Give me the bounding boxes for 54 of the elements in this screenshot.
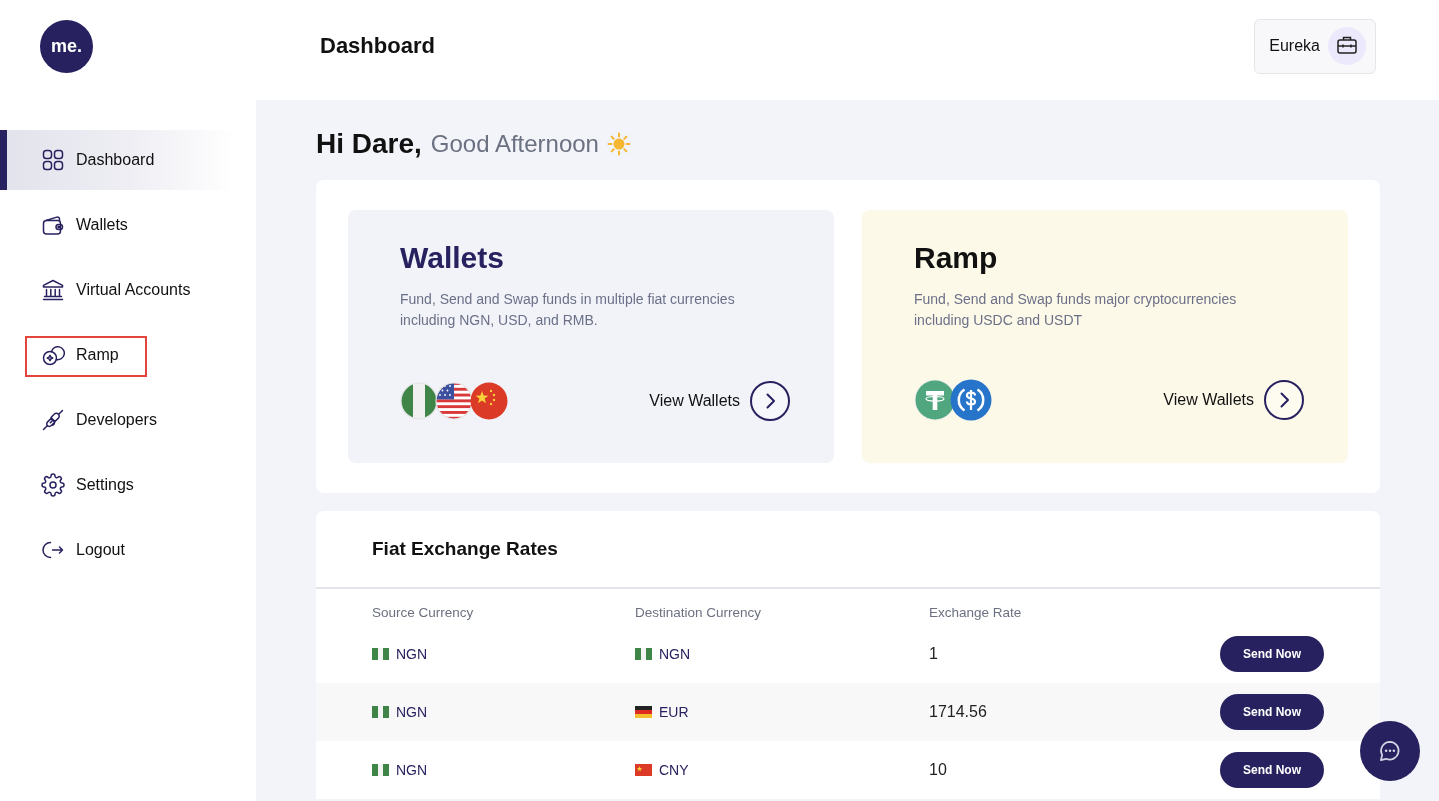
view-wallets-link[interactable]: View Wallets bbox=[649, 381, 790, 421]
currency-code: NGN bbox=[396, 762, 428, 778]
currency-code: NGN bbox=[396, 704, 428, 720]
currency-code: EUR bbox=[659, 704, 689, 720]
wallet-icon bbox=[41, 213, 65, 237]
card-description: Fund, Send and Swap funds major cryptocurrencies including USDC and USDT bbox=[914, 290, 1238, 330]
exchange-rate: 1714.56 bbox=[929, 703, 988, 721]
page-title: Dashboard bbox=[320, 33, 435, 59]
send-now-button[interactable]: Send Now bbox=[1220, 636, 1324, 672]
chevron-right-icon bbox=[750, 381, 790, 421]
settings-icon bbox=[41, 473, 65, 497]
logo: me. bbox=[40, 20, 93, 73]
send-now-button[interactable]: Send Now bbox=[1220, 694, 1324, 730]
greeting-name: Hi Dare, bbox=[316, 128, 422, 160]
nigerian-flag-icon bbox=[400, 382, 438, 420]
card-title: Ramp bbox=[914, 240, 999, 276]
account-button[interactable]: Eureka bbox=[1254, 18, 1376, 74]
briefcase-icon bbox=[1328, 27, 1366, 65]
bank-icon bbox=[41, 278, 65, 302]
german-flag-icon bbox=[635, 706, 652, 718]
coins-icon bbox=[41, 343, 65, 367]
send-now-button[interactable]: Send Now bbox=[1220, 752, 1324, 788]
nav-item[interactable]: Settings bbox=[0, 455, 235, 515]
column-header: Source Currency bbox=[372, 604, 475, 622]
column-header: Destination Currency bbox=[635, 604, 763, 622]
greeting-message: Good Afternoon bbox=[430, 130, 599, 158]
table-title: Fiat Exchange Rates bbox=[316, 511, 1380, 589]
nigerian-flag-icon bbox=[372, 764, 389, 776]
plug-icon bbox=[41, 408, 65, 432]
nav-item[interactable]: Logout bbox=[0, 520, 235, 580]
nav-item[interactable]: Ramp bbox=[0, 325, 235, 385]
chevron-right-icon bbox=[1264, 380, 1304, 420]
currency-code: NGN bbox=[659, 646, 691, 662]
nigerian-flag-icon bbox=[372, 706, 389, 718]
chinese-flag-icon bbox=[635, 764, 652, 776]
currency-code: NGN bbox=[396, 646, 428, 662]
column-header: Exchange Rate bbox=[929, 604, 1023, 622]
exchange-rate: 10 bbox=[929, 761, 948, 779]
american-flag-icon bbox=[435, 382, 473, 420]
nav-item[interactable]: Virtual Accounts bbox=[0, 260, 235, 320]
grid-icon bbox=[41, 148, 65, 172]
exchange-rate: 1 bbox=[929, 645, 939, 663]
nigerian-flag-icon bbox=[635, 648, 652, 660]
view-wallets-link[interactable]: View Wallets bbox=[1163, 380, 1304, 420]
card-title: Wallets bbox=[400, 240, 505, 276]
sun-icon bbox=[606, 132, 631, 156]
card-description: Fund, Send and Swap funds in multiple fiat currencies including NGN, USD, and RMB. bbox=[400, 290, 736, 330]
nigerian-flag-icon bbox=[372, 648, 389, 660]
nav-item[interactable]: Wallets bbox=[0, 195, 235, 255]
t-coin-icon bbox=[914, 379, 956, 421]
chinese-flag-icon bbox=[470, 382, 508, 420]
nav-item[interactable]: Developers bbox=[0, 390, 235, 450]
dollar-coin-icon bbox=[950, 379, 992, 421]
currency-code: CNY bbox=[659, 762, 689, 778]
